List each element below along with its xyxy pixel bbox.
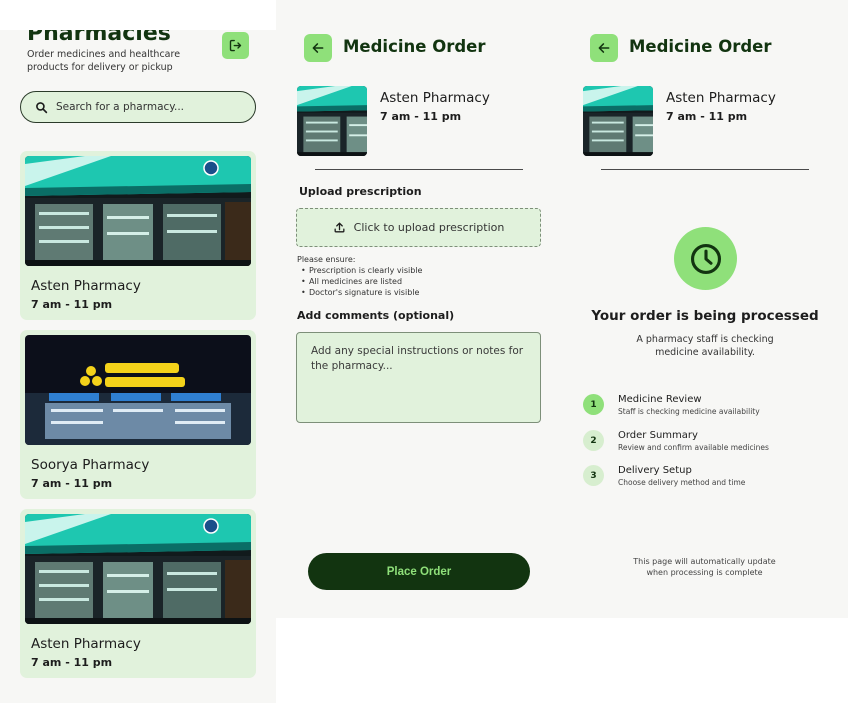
page-title: Medicine Order: [629, 37, 772, 56]
arrow-left-icon: [598, 43, 610, 53]
prescription-guidelines: Please ensure: Prescription is clearly v…: [297, 254, 422, 298]
pharmacy-list-screen: Pharmacies Order medicines and healthcar…: [0, 0, 276, 703]
divider: [315, 169, 523, 170]
pharmacy-photo: [25, 514, 251, 624]
step-description: Choose delivery method and time: [618, 478, 746, 487]
pharmacy-hours: 7 am - 11 pm: [31, 298, 113, 311]
order-processing-screen: Medicine Order Asten Pharmacy 7 am - 11 …: [562, 0, 848, 618]
upload-prescription-button[interactable]: Click to upload prescription: [296, 208, 541, 247]
search-input[interactable]: Search for a pharmacy...: [20, 91, 256, 123]
step-description: Review and confirm available medicines: [618, 443, 769, 452]
upload-icon: [334, 222, 345, 233]
pharmacy-card[interactable]: Asten Pharmacy 7 am - 11 pm: [20, 151, 256, 320]
guideline-item: All medicines are listed: [297, 276, 422, 287]
pharmacy-hours: 7 am - 11 pm: [380, 110, 462, 123]
divider: [601, 169, 809, 170]
page-title: Medicine Order: [343, 37, 486, 56]
clock-icon: [690, 243, 721, 274]
comments-field[interactable]: [311, 344, 526, 411]
step-title: Order Summary: [618, 430, 698, 441]
pharmacy-name: Asten Pharmacy: [380, 90, 490, 106]
step-title: Medicine Review: [618, 394, 702, 405]
step-number: 3: [583, 465, 604, 486]
pharmacy-name: Asten Pharmacy: [31, 278, 141, 294]
medicine-order-screen: Medicine Order Asten Pharmacy 7 am - 11 …: [276, 0, 562, 618]
pharmacy-thumbnail: [583, 86, 653, 156]
pharmacy-hours: 7 am - 11 pm: [31, 656, 113, 669]
status-bar-area: [0, 0, 276, 30]
search-placeholder: Search for a pharmacy...: [56, 101, 185, 113]
step-number: 1: [583, 394, 604, 415]
guideline-item: Doctor's signature is visible: [297, 287, 422, 298]
place-order-button[interactable]: Place Order: [308, 553, 530, 590]
back-button[interactable]: [304, 34, 332, 62]
step-number: 2: [583, 430, 604, 451]
pharmacy-name: Asten Pharmacy: [666, 90, 776, 106]
upload-section-label: Upload prescription: [299, 185, 422, 198]
pharmacy-thumbnail: [297, 86, 367, 156]
pharmacy-hours: 7 am - 11 pm: [666, 110, 748, 123]
logout-icon: [229, 39, 242, 52]
arrow-left-icon: [312, 43, 324, 53]
pharmacy-card[interactable]: Asten Pharmacy 7 am - 11 pm: [20, 509, 256, 678]
auto-update-note: This page will automatically update when…: [633, 557, 776, 577]
upload-button-label: Click to upload prescription: [353, 221, 505, 234]
back-button[interactable]: [590, 34, 618, 62]
guideline-item: Prescription is clearly visible: [297, 265, 422, 276]
step-title: Delivery Setup: [618, 465, 692, 476]
comments-label: Add comments (optional): [297, 309, 455, 322]
pharmacy-photo: [25, 335, 251, 445]
status-indicator: [674, 227, 737, 290]
comments-field-box: [296, 332, 541, 423]
status-subtitle: A pharmacy staff is checking medicine av…: [636, 334, 774, 358]
pharmacy-name: Soorya Pharmacy: [31, 457, 150, 473]
page-subtitle: Order medicines and healthcare products …: [27, 49, 181, 73]
guidelines-title: Please ensure:: [297, 255, 356, 264]
pharmacy-name: Asten Pharmacy: [31, 636, 141, 652]
step-description: Staff is checking medicine availability: [618, 407, 760, 416]
pharmacy-card[interactable]: Soorya Pharmacy 7 am - 11 pm: [20, 330, 256, 499]
status-title: Your order is being processed: [591, 308, 819, 324]
pharmacy-photo: [25, 156, 251, 266]
search-icon: [36, 101, 48, 113]
logout-button[interactable]: [222, 32, 249, 59]
pharmacy-hours: 7 am - 11 pm: [31, 477, 113, 490]
